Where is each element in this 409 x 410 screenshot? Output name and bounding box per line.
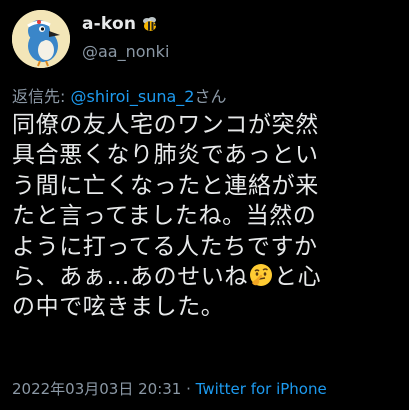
reply-prefix: 返信先: (12, 87, 71, 106)
reply-target-link[interactable]: @shiroi_suna_2 (70, 87, 194, 106)
tweet-line-part: と心 (274, 264, 322, 291)
bee-icon (141, 15, 159, 33)
tweet-line: たと言ってましたね。当然の (12, 203, 317, 230)
bird-avatar-icon (12, 10, 70, 68)
tweet-line: ように打ってる人たちですか (12, 233, 318, 260)
display-name[interactable]: a-kon (82, 14, 136, 34)
timestamp[interactable]: 2022年03月03日 20:31 (12, 380, 181, 398)
author-block: a-kon @aa_nonki (82, 12, 169, 61)
user-handle[interactable]: @aa_nonki (82, 42, 169, 61)
source-link[interactable]: Twitter for iPhone (196, 380, 327, 398)
tweet-line: 同僚の友人宅のワンコが突然 (12, 112, 319, 138)
tweet-line: の中で呟きました。 (12, 294, 225, 321)
tweet-metadata: 2022年03月03日 20:31 · Twitter for iPhone (12, 378, 327, 399)
tweet-text: 同僚の友人宅のワンコが突然 具合悪くなり肺炎であっとい う間に亡くなったと連絡が来た… (12, 110, 404, 323)
thinking-face-emoji (248, 263, 274, 287)
tweet-line: 具合悪くなり肺炎であっとい (12, 142, 319, 169)
tweet-line: う間に亡くなったと連絡が来 (12, 172, 319, 199)
tweet-line-part: ら、あぁ…あのせいね (12, 264, 248, 291)
avatar[interactable] (12, 10, 70, 68)
separator-dot: · (181, 380, 196, 398)
reply-context: 返信先: @shiroi_suna_2さん (12, 83, 226, 107)
tweet-card: a-kon @aa_nonki 返信先: @shiroi_suna_2さん 同僚… (0, 0, 409, 410)
tweet-line: ら、あぁ…あのせいね と心 (12, 262, 404, 292)
reply-suffix: さん (194, 87, 227, 106)
display-name-row: a-kon (82, 12, 169, 36)
